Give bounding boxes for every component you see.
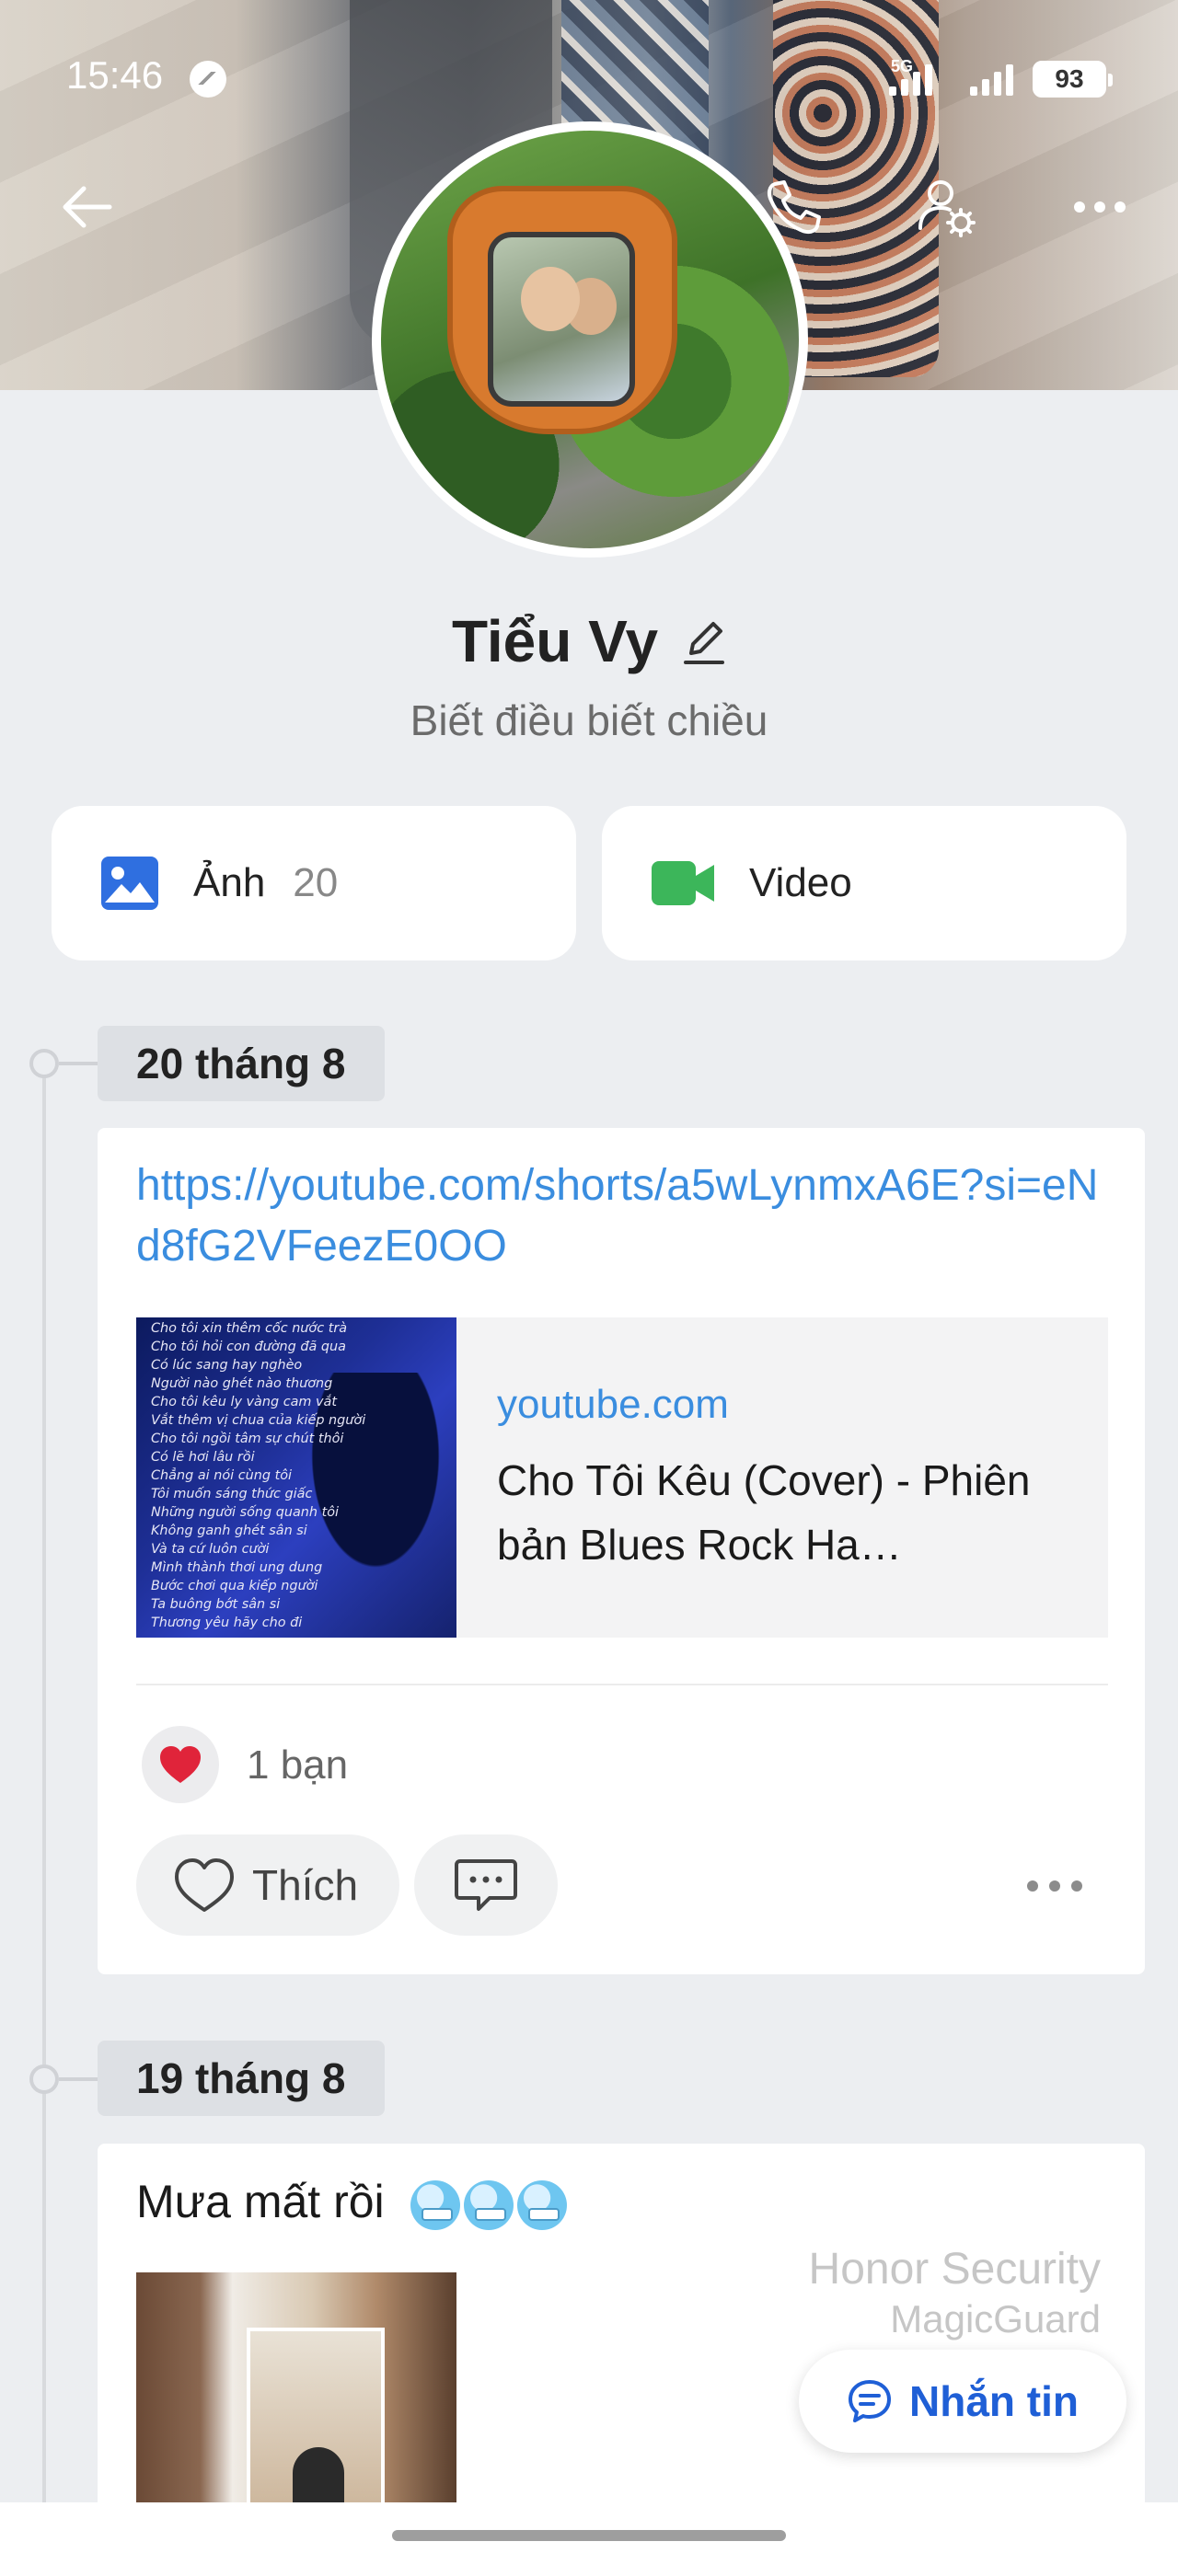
- photos-count: 20: [293, 860, 339, 905]
- thumbnail-lyrics: Cho tôi xin thêm cốc nước trà Cho tôi hỏ…: [151, 1321, 366, 1630]
- more-options-button[interactable]: [1068, 175, 1132, 239]
- reaction-badge[interactable]: [142, 1726, 219, 1803]
- watermark-line2: MagicGuard: [890, 2297, 1101, 2340]
- timeline-connector: [59, 2077, 98, 2081]
- link-preview[interactable]: Cho tôi xin thêm cốc nước trà Cho tôi hỏ…: [136, 1317, 1108, 1638]
- messenger-icon: [190, 61, 226, 98]
- status-time: 15:46: [66, 53, 164, 97]
- post-card: https://youtube.com/shorts/a5wLynmxA6E?s…: [98, 1128, 1145, 1974]
- heart-icon: [160, 1746, 201, 1783]
- signal-icon-2: [970, 63, 1013, 96]
- battery-icon: 93: [1033, 61, 1113, 98]
- edit-icon: [684, 622, 725, 665]
- video-tile[interactable]: Video: [602, 806, 1126, 960]
- link-preview-domain: youtube.com: [497, 1382, 729, 1427]
- timeline-dot: [29, 1049, 59, 1078]
- profile-name-text: Tiểu Vy: [451, 608, 659, 674]
- more-icon: [1074, 201, 1126, 213]
- avatar[interactable]: [372, 121, 808, 558]
- signal-icon: [889, 63, 932, 96]
- watermark: Honor Security MagicGuard: [809, 2245, 1101, 2344]
- divider: [136, 1684, 1108, 1685]
- back-button[interactable]: [55, 175, 120, 239]
- photo-icon: [101, 857, 158, 910]
- user-settings-icon: [918, 180, 976, 237]
- link-preview-thumbnail: Cho tôi xin thêm cốc nước trà Cho tôi hỏ…: [136, 1317, 456, 1638]
- like-button[interactable]: Thích: [136, 1834, 399, 1936]
- post-text-content: Mưa mất rồi: [136, 2176, 385, 2227]
- photos-tile[interactable]: Ảnh 20: [52, 806, 576, 960]
- timeline-connector: [59, 1062, 98, 1065]
- avatar-mirror: [447, 186, 677, 434]
- profile-settings-button[interactable]: [915, 175, 979, 239]
- timeline-dot: [29, 2064, 59, 2094]
- video-label: Video: [749, 860, 852, 905]
- link-preview-title: Cho Tôi Kêu (Cover) - Phiên bản Blues Ro…: [497, 1456, 1031, 1569]
- post-text: Mưa mất rồi: [136, 2175, 567, 2230]
- timeline-line: [42, 1058, 46, 2576]
- like-label: Thích: [252, 1861, 359, 1909]
- post-more-button[interactable]: [1027, 1880, 1082, 1892]
- back-arrow-icon: [63, 186, 112, 228]
- message-button[interactable]: Nhắn tin: [799, 2350, 1126, 2453]
- watermark-line1: Honor Security: [808, 2245, 1101, 2294]
- heart-outline-icon: [175, 1858, 234, 1912]
- post-date-chip: 19 tháng 8: [98, 2041, 385, 2116]
- comment-button[interactable]: [414, 1834, 558, 1936]
- edit-name-button[interactable]: [682, 612, 726, 680]
- home-indicator[interactable]: [392, 2530, 786, 2541]
- profile-name: Tiểu Vy: [0, 607, 1178, 680]
- chat-icon: [849, 2380, 891, 2422]
- reaction-count[interactable]: 1 bạn: [247, 1742, 348, 1788]
- post-link[interactable]: https://youtube.com/shorts/a5wLynmxA6E?s…: [136, 1156, 1112, 1277]
- cold-face-emoji-icon: [410, 2179, 460, 2230]
- video-icon: [652, 861, 714, 905]
- cold-face-emoji-icon: [463, 2179, 514, 2230]
- message-button-label: Nhắn tin: [909, 2377, 1079, 2425]
- photos-label: Ảnh: [193, 860, 266, 905]
- comment-icon: [455, 1859, 517, 1911]
- cold-face-emoji-icon: [516, 2179, 567, 2230]
- profile-bio: Biết điều biết chiều: [410, 696, 768, 744]
- post-date-chip: 20 tháng 8: [98, 1026, 385, 1101]
- avatar-image: [381, 131, 799, 548]
